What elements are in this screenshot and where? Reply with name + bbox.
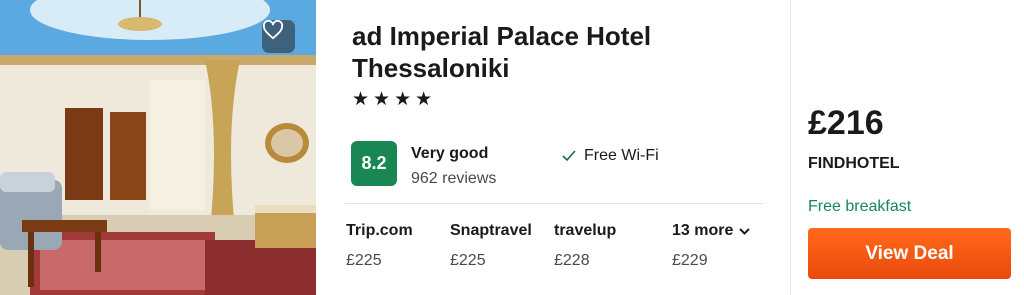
more-offers[interactable]: 13 more £229: [672, 222, 751, 270]
hotel-name[interactable]: ad Imperial Palace Hotel Thessaloniki: [352, 20, 772, 84]
hotel-result-card[interactable]: ad Imperial Palace Hotel Thessaloniki ★★…: [0, 0, 1024, 295]
favorite-button[interactable]: [262, 20, 295, 53]
amenity-label: Free Wi-Fi: [584, 147, 659, 164]
rating-label: Very good: [411, 145, 489, 162]
offer-provider: Trip.com: [346, 222, 413, 239]
offer-provider: Snaptravel: [450, 222, 532, 239]
divider: [345, 203, 763, 204]
offer-price: £225: [346, 252, 382, 269]
deal-perk: Free breakfast: [808, 198, 912, 215]
chevron-down-icon: [739, 227, 751, 235]
offer-price: £228: [554, 252, 590, 269]
review-count[interactable]: 962 reviews: [411, 170, 496, 188]
more-offers-price: £229: [672, 252, 708, 269]
amenity-wifi: Free Wi-Fi: [562, 147, 659, 165]
offer-item[interactable]: Snaptravel £225: [450, 222, 532, 270]
hotel-photo[interactable]: [0, 0, 316, 295]
deal-provider: FINDHOTEL: [808, 155, 900, 172]
deal-price: £216: [808, 104, 884, 142]
offer-provider: travelup: [554, 222, 617, 239]
heart-icon: [262, 20, 284, 40]
more-offers-toggle[interactable]: 13 more: [672, 222, 751, 240]
offer-price: £225: [450, 252, 486, 269]
offer-item[interactable]: travelup £228: [554, 222, 616, 270]
rating-score-badge: 8.2: [351, 141, 397, 186]
check-icon: [562, 150, 576, 162]
more-offers-label: 13 more: [672, 222, 734, 239]
star-rating: ★★★★: [352, 89, 437, 110]
view-deal-button[interactable]: View Deal: [808, 228, 1011, 279]
section-divider: [790, 0, 791, 295]
offer-item[interactable]: Trip.com £225: [346, 222, 413, 270]
